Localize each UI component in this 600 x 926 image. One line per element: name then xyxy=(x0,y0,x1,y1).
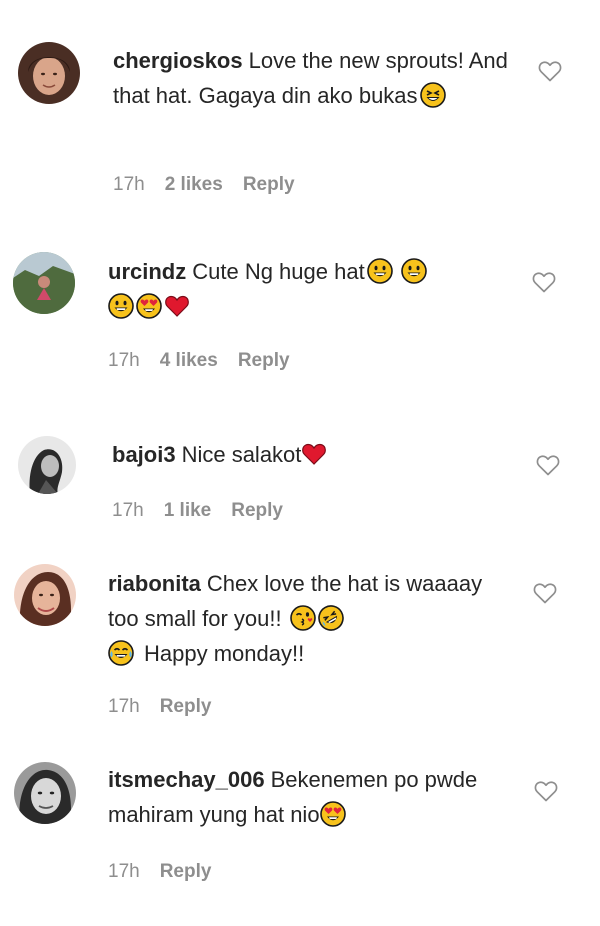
comment-meta: 17h Reply xyxy=(108,696,231,718)
comment-meta: 17h 2 likes Reply xyxy=(113,174,315,196)
like-heart-icon[interactable] xyxy=(536,454,560,476)
comment-username[interactable]: riabonita xyxy=(108,571,201,596)
comment-time: 17h xyxy=(108,696,140,717)
grinning-face-icon xyxy=(367,258,393,284)
red-heart-icon xyxy=(302,443,327,465)
like-heart-icon[interactable] xyxy=(533,582,557,604)
like-heart-icon[interactable] xyxy=(538,60,562,82)
avatar[interactable] xyxy=(18,436,76,494)
comment-time: 17h xyxy=(113,174,145,195)
comment-body: Nice salakot xyxy=(181,442,302,467)
comment-time: 17h xyxy=(108,350,140,371)
heart-eyes-face-icon xyxy=(136,293,162,319)
reply-button[interactable]: Reply xyxy=(160,861,212,882)
comment-body-line2: Happy monday!! xyxy=(144,641,305,666)
comment-text: riabonita Chex love the hat is waaaay too… xyxy=(108,566,508,671)
like-heart-icon[interactable] xyxy=(534,780,558,802)
profile-photo-icon xyxy=(18,436,76,494)
reply-button[interactable]: Reply xyxy=(238,350,290,371)
comment-username[interactable]: itsmechay_006 xyxy=(108,767,265,792)
comment-likes[interactable]: 4 likes xyxy=(160,350,218,371)
profile-photo-icon xyxy=(13,252,75,314)
comment-likes[interactable]: 1 like xyxy=(164,500,212,521)
comment-body: Cute Ng huge hat xyxy=(192,259,365,284)
comment-text: chergioskos Love the new sprouts! And tha… xyxy=(113,43,513,113)
profile-photo-icon xyxy=(18,42,80,104)
heart-eyes-face-icon xyxy=(320,801,346,827)
comment-text: urcindz Cute Ng huge hat xyxy=(108,254,508,324)
comment-username[interactable]: urcindz xyxy=(108,259,186,284)
comment-meta: 17h Reply xyxy=(108,861,231,883)
profile-photo-icon xyxy=(14,564,76,626)
comment-username[interactable]: chergioskos xyxy=(113,48,243,73)
comment-text: bajoi3 Nice salakot xyxy=(112,437,512,472)
comment-meta: 17h 1 like Reply xyxy=(112,500,303,522)
grinning-face-icon xyxy=(108,293,134,319)
comment-meta: 17h 4 likes Reply xyxy=(108,350,310,372)
avatar[interactable] xyxy=(18,42,80,104)
comment-likes[interactable]: 2 likes xyxy=(165,174,223,195)
winking-kiss-face-icon xyxy=(290,605,316,631)
reply-button[interactable]: Reply xyxy=(231,500,283,521)
grinning-face-icon xyxy=(401,258,427,284)
avatar[interactable] xyxy=(13,252,75,314)
comment-text: itsmechay_006 Bekenemen po pwde mahiram y… xyxy=(108,762,508,832)
like-heart-icon[interactable] xyxy=(532,271,556,293)
reply-button[interactable]: Reply xyxy=(243,174,295,195)
avatar[interactable] xyxy=(14,564,76,626)
profile-photo-icon xyxy=(14,762,76,824)
reply-button[interactable]: Reply xyxy=(160,696,212,717)
tears-of-joy-face-icon xyxy=(108,640,134,666)
comment-time: 17h xyxy=(112,500,144,521)
red-heart-icon xyxy=(165,295,189,317)
avatar[interactable] xyxy=(14,762,76,824)
grinning-squinting-face-icon xyxy=(420,82,446,108)
comment-username[interactable]: bajoi3 xyxy=(112,442,176,467)
comment-time: 17h xyxy=(108,861,140,882)
rolling-laughing-face-icon xyxy=(318,605,344,631)
